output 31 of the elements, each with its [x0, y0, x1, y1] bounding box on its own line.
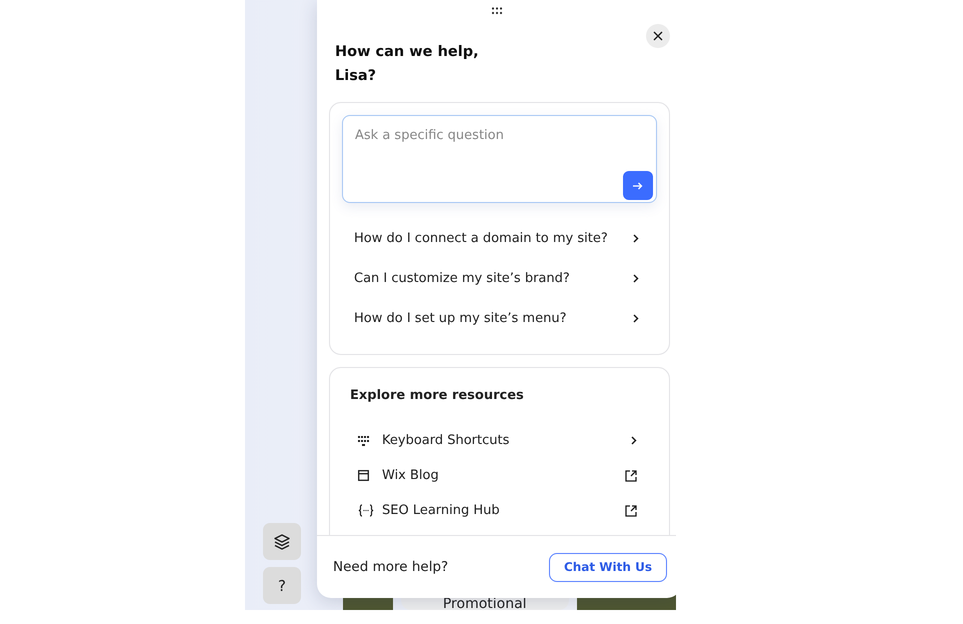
suggestion-item[interactable]: How do I set up my site’s menu? [342, 298, 657, 338]
suggestion-item[interactable]: Can I customize my site’s brand? [342, 258, 657, 298]
footer-text: Need more help? [333, 559, 448, 575]
arrow-icon [633, 182, 643, 190]
resource-link[interactable]: Keyboard Shortcuts [350, 423, 649, 458]
suggestion-text: How do I set up my site’s menu? [354, 310, 566, 326]
chevron-icon [633, 314, 639, 322]
keypad-icon [358, 436, 369, 446]
resource-text: Wix Blog [382, 468, 440, 483]
send-button[interactable] [623, 171, 653, 200]
layers-button[interactable] [263, 523, 301, 560]
chat-button[interactable]: Chat With Us [548, 552, 667, 582]
close-icon [653, 31, 663, 41]
braces-icon [358, 504, 374, 517]
layers-icon [274, 534, 290, 550]
help-button[interactable]: ? [263, 567, 301, 604]
question-field[interactable]: Ask a specific question [342, 115, 657, 203]
suggestion-text: Can I customize my site’s brand? [354, 270, 570, 286]
close-button[interactable] [646, 24, 670, 48]
chevron-icon [633, 234, 639, 242]
resource-text: SEO Learning Hub [382, 503, 501, 518]
drag-handle-icon[interactable] [491, 7, 503, 15]
resource-link[interactable]: Wix Blog [350, 458, 649, 493]
panel-title: How can we help, Lisa? [335, 43, 480, 86]
browser-window-icon [358, 470, 369, 481]
resource-link[interactable]: SEO Learning Hub [350, 493, 649, 528]
suggestion-item[interactable]: How do I connect a domain to my site? [342, 218, 657, 258]
suggestion-text: How do I connect a domain to my site? [354, 230, 608, 246]
section-title: Explore more resources [350, 388, 525, 403]
chevron-icon [633, 274, 639, 282]
resource-text: Keyboard Shortcuts [382, 433, 510, 448]
